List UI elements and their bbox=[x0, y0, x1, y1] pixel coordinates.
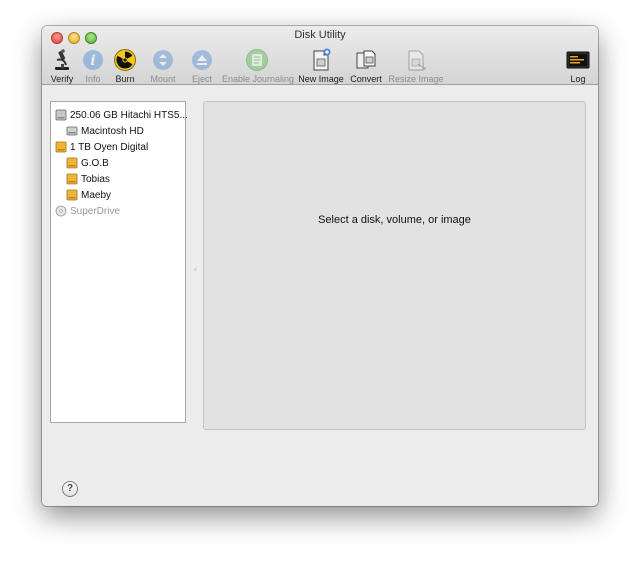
split-view-handle[interactable]: ◦ bbox=[194, 265, 197, 274]
info-button[interactable]: i Info bbox=[81, 48, 105, 84]
verify-label: Verify bbox=[50, 74, 74, 84]
list-item-label: 1 TB Oyen Digital bbox=[70, 141, 149, 153]
log-icon bbox=[566, 51, 590, 69]
window-title: Disk Utility bbox=[294, 29, 346, 41]
new-image-button[interactable]: New Image bbox=[298, 48, 344, 84]
eject-icon bbox=[192, 50, 212, 70]
disk-utility-window: Disk Utility Verify i Info Burn Mount Ej… bbox=[42, 26, 598, 506]
hard-disk-icon bbox=[55, 109, 67, 121]
log-button[interactable]: Log bbox=[564, 48, 592, 84]
list-item-label: SuperDrive bbox=[70, 205, 121, 217]
external-volume-icon bbox=[66, 173, 78, 185]
svg-text:i: i bbox=[90, 53, 95, 69]
content-area: 250.06 GB Hitachi HTS5... Macintosh HD 1… bbox=[42, 85, 598, 506]
disk-sidebar[interactable]: 250.06 GB Hitachi HTS5... Macintosh HD 1… bbox=[50, 101, 188, 423]
optical-drive-icon bbox=[55, 205, 67, 217]
info-icon: i bbox=[83, 50, 103, 70]
external-disk-icon bbox=[55, 141, 67, 153]
verify-button[interactable]: Verify bbox=[48, 48, 76, 84]
resize-image-button[interactable]: Resize Image bbox=[388, 48, 444, 84]
help-button[interactable]: ? bbox=[62, 481, 78, 497]
convert-label: Convert bbox=[350, 74, 382, 84]
new-image-icon bbox=[313, 48, 331, 71]
radiation-icon bbox=[114, 49, 136, 71]
enable-journaling-button[interactable]: Enable Journaling bbox=[222, 48, 295, 84]
journaling-icon bbox=[246, 49, 268, 71]
volume-icon bbox=[66, 126, 78, 136]
burn-label: Burn bbox=[115, 74, 135, 84]
list-item-label: G.O.B bbox=[81, 157, 109, 169]
title-bar: Disk Utility Verify i Info Burn Mount Ej… bbox=[42, 26, 598, 85]
empty-selection-message: Select a disk, volume, or image bbox=[318, 214, 471, 226]
list-item-tobias[interactable]: Tobias bbox=[66, 171, 110, 187]
burn-button[interactable]: Burn bbox=[113, 48, 137, 84]
convert-icon bbox=[356, 50, 376, 69]
mount-button[interactable]: Mount bbox=[148, 48, 178, 84]
list-item-label: Tobias bbox=[81, 173, 110, 185]
new-image-label: New Image bbox=[298, 74, 344, 84]
enable-journaling-label: Enable Journaling bbox=[222, 74, 295, 84]
eject-label: Eject bbox=[191, 74, 212, 84]
external-volume-icon bbox=[66, 189, 78, 201]
list-item-maeby[interactable]: Maeby bbox=[66, 187, 111, 203]
list-item-hitachi-disk[interactable]: 250.06 GB Hitachi HTS5... bbox=[55, 107, 188, 123]
list-item-label: Maeby bbox=[81, 189, 112, 201]
list-item-label: Macintosh HD bbox=[81, 125, 144, 137]
list-item-superdrive[interactable]: SuperDrive bbox=[55, 203, 120, 219]
resize-image-label: Resize Image bbox=[388, 74, 444, 84]
mount-label: Mount bbox=[150, 74, 176, 84]
microscope-icon bbox=[55, 49, 69, 70]
list-item-gob[interactable]: G.O.B bbox=[66, 155, 109, 171]
external-volume-icon bbox=[66, 157, 78, 169]
log-label: Log bbox=[570, 74, 586, 84]
resize-image-icon bbox=[408, 50, 426, 71]
list-item-oyen-digital-disk[interactable]: 1 TB Oyen Digital bbox=[55, 139, 148, 155]
mount-icon bbox=[153, 50, 173, 70]
convert-button[interactable]: Convert bbox=[348, 48, 384, 84]
list-item-macintosh-hd[interactable]: Macintosh HD bbox=[66, 123, 144, 139]
list-item-label: 250.06 GB Hitachi HTS5... bbox=[70, 109, 188, 121]
eject-button[interactable]: Eject bbox=[190, 48, 214, 84]
info-label: Info bbox=[85, 74, 101, 84]
detail-pane: Select a disk, volume, or image bbox=[203, 101, 586, 430]
